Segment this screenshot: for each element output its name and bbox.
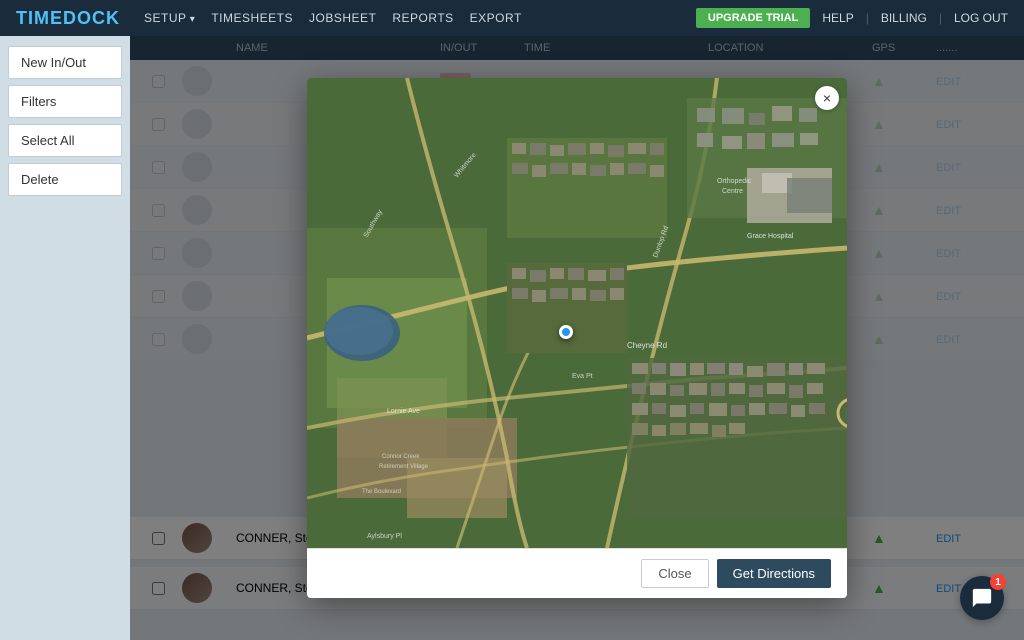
- chat-badge: 1: [990, 574, 1006, 590]
- select-all-btn[interactable]: Select All: [8, 124, 122, 157]
- main-area: New In/Out Filters Select All Delete NAM…: [0, 36, 1024, 640]
- svg-text:Grace Hospital: Grace Hospital: [747, 233, 794, 240]
- logout-link[interactable]: LOG OUT: [954, 11, 1008, 25]
- modal-close-btn[interactable]: Close: [641, 559, 708, 588]
- chat-icon: [971, 587, 993, 609]
- svg-text:The Boulevard: The Boulevard: [362, 489, 401, 495]
- modal-backdrop: ×: [130, 36, 1024, 640]
- svg-text:Centre: Centre: [722, 188, 743, 195]
- get-directions-btn[interactable]: Get Directions: [717, 559, 831, 588]
- upgrade-trial-button[interactable]: UPGRADE TRIAL: [696, 8, 810, 28]
- header-right: UPGRADE TRIAL HELP | BILLING | LOG OUT: [696, 8, 1008, 28]
- nav-timesheets[interactable]: TIMESHEETS: [211, 11, 293, 25]
- sidebar: New In/Out Filters Select All Delete: [0, 36, 130, 640]
- new-inout-btn[interactable]: New In/Out: [8, 46, 122, 79]
- satellite-map: Southway Whitmore Cheyne Rd Lornie Ave D…: [307, 78, 847, 548]
- map-modal: ×: [307, 78, 847, 598]
- svg-text:Aylsbury Pl: Aylsbury Pl: [367, 533, 402, 540]
- main-nav: SETUP TIMESHEETS JOBSHEET REPORTS EXPORT: [144, 11, 696, 25]
- svg-text:Orthopedic: Orthopedic: [717, 178, 752, 185]
- svg-text:Cheyne Rd: Cheyne Rd: [627, 341, 667, 350]
- table-area: NAME IN/OUT TIME LOCATION GPS ....... ou…: [130, 36, 1024, 640]
- billing-link[interactable]: BILLING: [881, 11, 927, 25]
- svg-text:Eva Pt: Eva Pt: [572, 373, 593, 380]
- help-link[interactable]: HELP: [822, 11, 853, 25]
- nav-jobsheet[interactable]: JOBSHEET: [309, 11, 376, 25]
- modal-close-button[interactable]: ×: [815, 86, 839, 110]
- chat-bubble[interactable]: 1: [960, 576, 1004, 620]
- nav-reports[interactable]: REPORTS: [392, 11, 453, 25]
- filters-btn[interactable]: Filters: [8, 85, 122, 118]
- svg-text:Lornie Ave: Lornie Ave: [387, 408, 420, 415]
- app-logo: TIMEDOCK: [16, 8, 120, 29]
- nav-setup[interactable]: SETUP: [144, 11, 195, 25]
- modal-footer: Close Get Directions: [307, 548, 847, 598]
- app-header: TIMEDOCK SETUP TIMESHEETS JOBSHEET REPOR…: [0, 0, 1024, 36]
- modal-map: ×: [307, 78, 847, 548]
- map-location-pin: [559, 325, 573, 339]
- nav-export[interactable]: EXPORT: [470, 11, 522, 25]
- delete-btn[interactable]: Delete: [8, 163, 122, 196]
- svg-text:Retirement Village: Retirement Village: [379, 464, 429, 470]
- svg-text:Connor Creek: Connor Creek: [382, 454, 420, 460]
- logo-text: TIMEDOCK: [16, 8, 120, 28]
